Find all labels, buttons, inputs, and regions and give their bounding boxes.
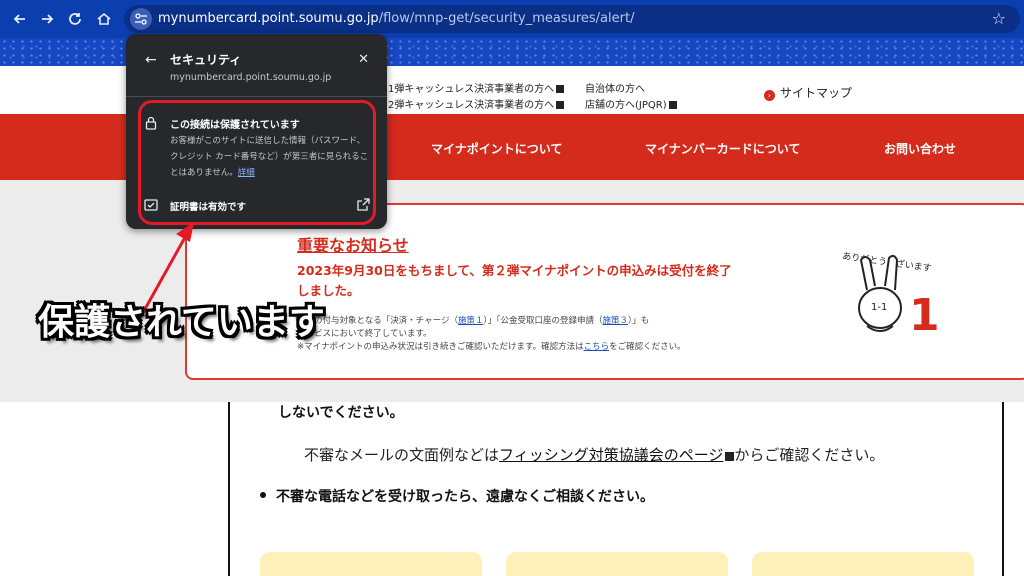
browser-toolbar: mynumbercard.point.soumu.go.jp/flow/mnp-… (0, 0, 1024, 38)
annotation-callout: 保護されています (38, 302, 325, 343)
nav-item-mynapoint[interactable]: マイナポイントについて (431, 140, 562, 157)
notice-sub-text: ントの付与対象となる「決済・チャージ（施策１）」「公金受取口座の登録申請（施策３… (297, 315, 757, 354)
info-card-3[interactable] (752, 552, 974, 576)
external-link-icon (668, 101, 677, 109)
popup-divider (126, 96, 387, 97)
url-path: /flow/mnp-get/security_measures/alert/ (378, 11, 635, 26)
content-line-1: しないでください。 (278, 405, 404, 421)
bullet-icon (260, 492, 266, 498)
check-method-link[interactable]: こちら (584, 342, 610, 352)
popup-title: セキュリティ (170, 53, 242, 67)
svg-text:1-1: 1-1 (871, 302, 887, 313)
utility-link-4[interactable]: 店舗の方へ(JPQR) (585, 96, 677, 111)
utility-link-2[interactable]: 2弾キャッシュレス決済事業者の方へ (388, 96, 565, 111)
url-host: mynumbercard.point.soumu.go.jp (158, 11, 379, 26)
nav-item-contact[interactable]: お問い合わせ (884, 140, 956, 157)
content-line-2: 不審なメールの文面例などはフィッシング対策協議会のページ からご確認ください。 (304, 446, 885, 464)
mascot-number: 1 (909, 290, 940, 341)
phishing-council-link[interactable]: フィッシング対策協議会のページ (499, 446, 723, 464)
policy1-link[interactable]: 施策１ (458, 316, 484, 326)
address-bar[interactable]: mynumbercard.point.soumu.go.jp/flow/mnp-… (124, 5, 1020, 33)
external-link-icon (556, 101, 565, 109)
external-link-icon (556, 85, 565, 93)
notice-main-line-2: しました。 (297, 283, 360, 298)
close-icon[interactable]: ✕ (358, 52, 369, 67)
notice-sub-line-2: サービスにおいて終了しています。 (297, 329, 432, 339)
policy3-link[interactable]: 施策３ (603, 316, 629, 326)
home-icon[interactable] (94, 9, 114, 29)
main-content: しないでください。 不審なメールの文面例などはフィッシング対策協議会のページ から… (228, 402, 1004, 576)
notice-sub-line-1: ントの付与対象となる「決済・チャージ（施策１）」「公金受取口座の登録申請（施策３… (297, 316, 650, 326)
sitemap-link[interactable]: › サイトマップ (764, 84, 852, 101)
notice-main-text: 2023年9月30日をもちまして、第２弾マイナポイントの申込みは受付を終了 しま… (297, 261, 747, 301)
notice-sub-line-3: ※マイナポイントの申込み状況は引き続きご確認いただけます。確認方法はこちらをご確… (297, 342, 686, 352)
chevron-right-icon: › (764, 90, 775, 101)
highlight-box (138, 100, 376, 225)
nav-item-mynumbercard[interactable]: マイナンバーカードについて (645, 140, 800, 157)
back-arrow-icon[interactable]: ← (145, 52, 157, 68)
content-bullet: 不審な電話などを受け取ったら、遠慮なくご相談ください。 (260, 486, 654, 506)
star-icon[interactable]: ☆ (992, 9, 1006, 28)
url-text[interactable]: mynumbercard.point.soumu.go.jp/flow/mnp-… (158, 11, 634, 26)
utility-link-3[interactable]: 自治体の方へ (585, 80, 645, 95)
notice-main-line-1: 2023年9月30日をもちまして、第２弾マイナポイントの申込みは受付を終了 (297, 263, 732, 278)
site-info-icon[interactable] (130, 8, 152, 30)
reload-icon[interactable] (65, 9, 85, 29)
forward-icon[interactable] (37, 9, 57, 29)
screenshot-root: mynumbercard.point.soumu.go.jp/flow/mnp-… (0, 0, 1024, 576)
notice-title[interactable]: 重要なお知らせ (297, 232, 409, 256)
utility-link-1[interactable]: 1弾キャッシュレス決済事業者の方へ (388, 80, 565, 95)
important-notice: 重要なお知らせ 2023年9月30日をもちまして、第２弾マイナポイントの申込みは… (185, 203, 1024, 380)
info-card-1[interactable] (260, 552, 482, 576)
back-icon[interactable] (10, 9, 30, 29)
info-card-2[interactable] (506, 552, 728, 576)
mascot-rabbit-illustration: 1-1 1 (858, 254, 940, 341)
popup-host: mynumbercard.point.soumu.go.jp (170, 72, 332, 83)
